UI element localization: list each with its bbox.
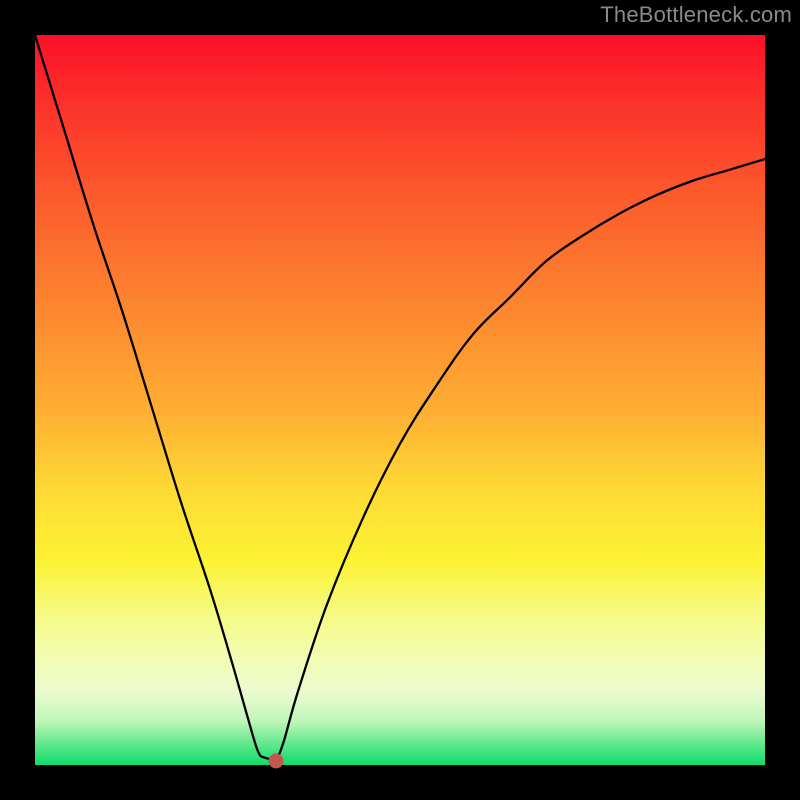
watermark-text: TheBottleneck.com — [600, 2, 792, 28]
plot-area — [35, 35, 765, 765]
chart-frame: TheBottleneck.com — [0, 0, 800, 800]
curve-path — [35, 35, 765, 759]
minimum-marker — [268, 754, 283, 769]
curve-svg — [35, 35, 765, 765]
